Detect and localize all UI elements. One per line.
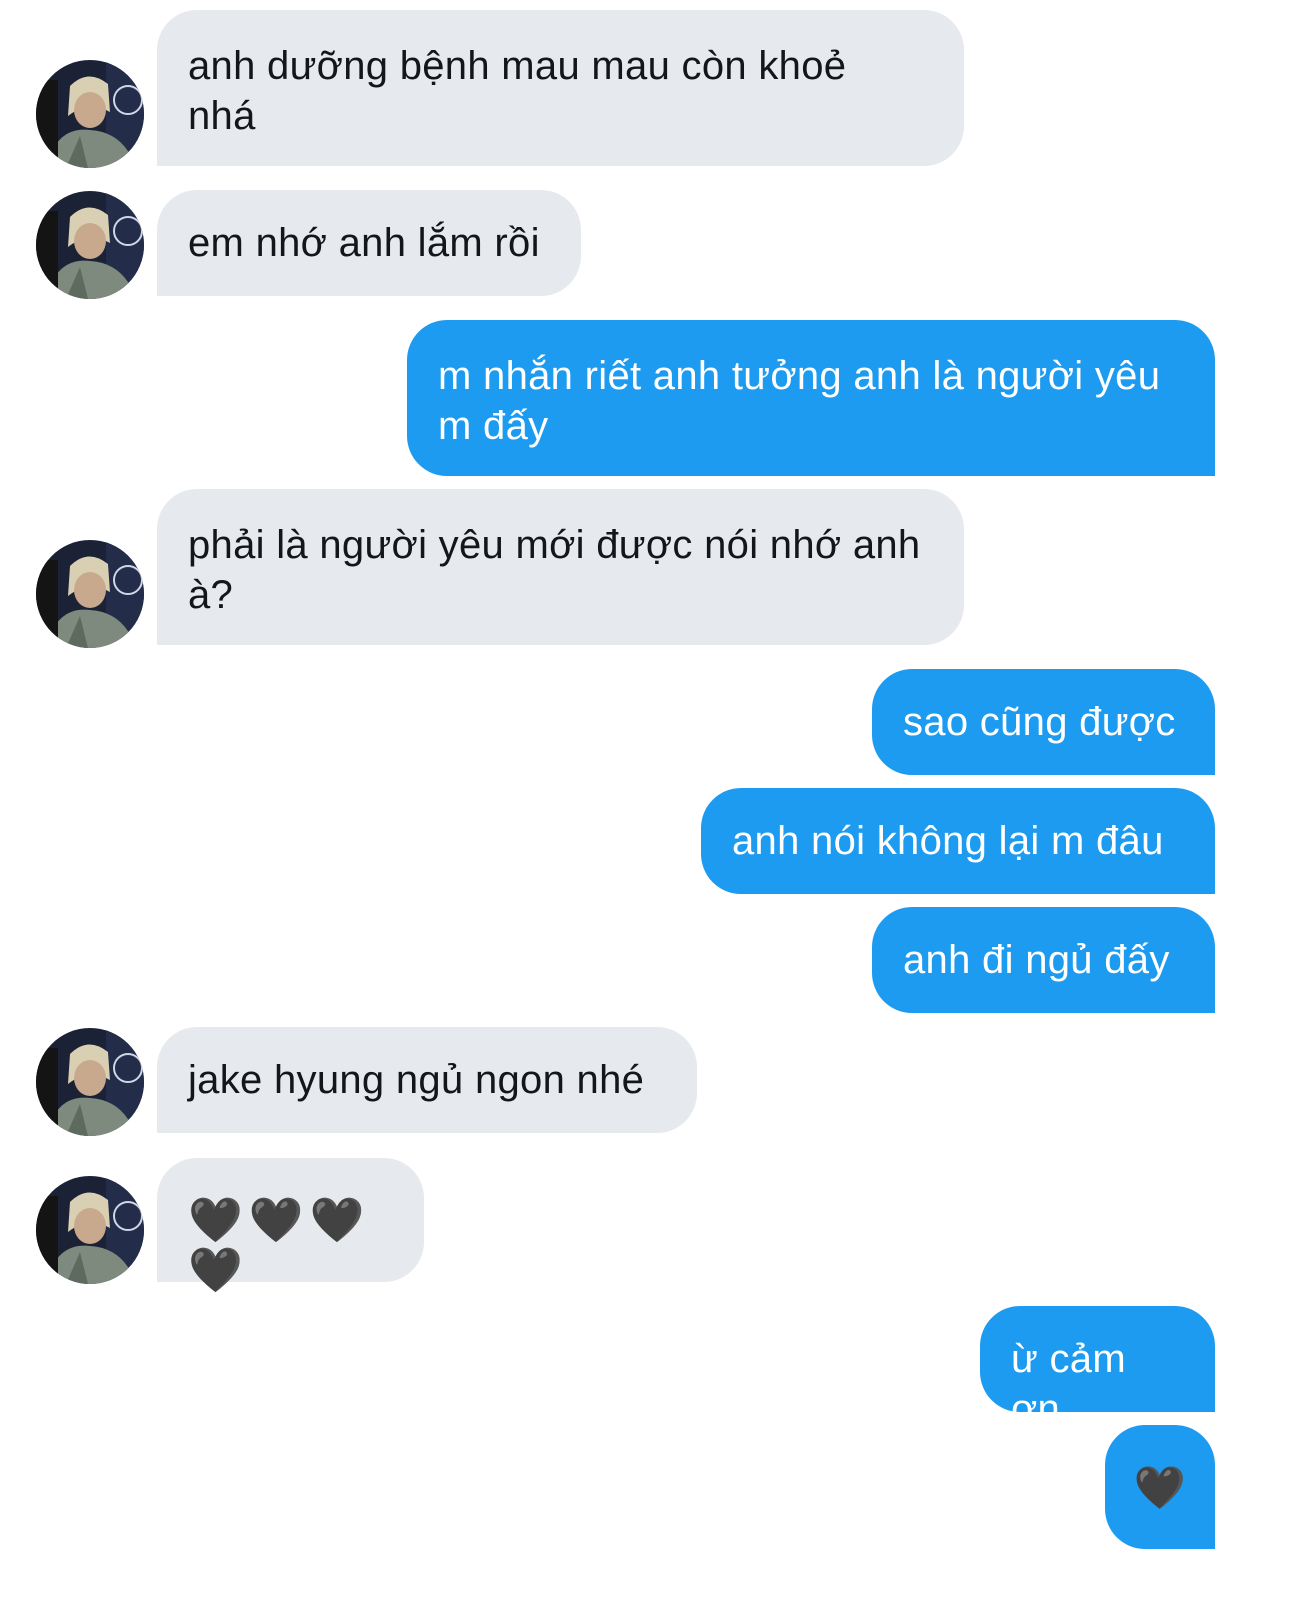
message-bubble-outgoing[interactable]: ừ cảm ơn [980,1306,1215,1431]
message-bubble-outgoing[interactable]: 🖤 [1105,1425,1215,1549]
message-bubble-incoming[interactable]: jake hyung ngủ ngon nhé [157,1027,697,1133]
avatar-photo [36,60,144,168]
avatar[interactable] [36,1176,144,1284]
message-bubble-incoming[interactable]: phải là người yêu mới được nói nhớ anh à… [157,489,964,645]
message-bubble-incoming[interactable]: em nhớ anh lắm rồi [157,190,581,296]
message-bubble-incoming[interactable]: 🖤🖤🖤🖤 [157,1158,424,1296]
message-bubble-outgoing[interactable]: anh đi ngủ đấy [872,907,1215,1013]
avatar-photo [36,1028,144,1136]
message-bubble-incoming[interactable]: anh dưỡng bệnh mau mau còn khoẻ nhá [157,10,964,166]
message-bubble-outgoing[interactable]: sao cũng được [872,669,1215,775]
avatar-photo [36,540,144,648]
avatar-photo [36,1176,144,1284]
avatar-photo [36,191,144,299]
avatar[interactable] [36,191,144,299]
message-bubble-outgoing[interactable]: anh nói không lại m đâu [701,788,1215,894]
avatar[interactable] [36,1028,144,1136]
message-bubble-outgoing[interactable]: m nhắn riết anh tưởng anh là người yêu m… [407,320,1215,476]
avatar[interactable] [36,540,144,648]
avatar[interactable] [36,60,144,168]
